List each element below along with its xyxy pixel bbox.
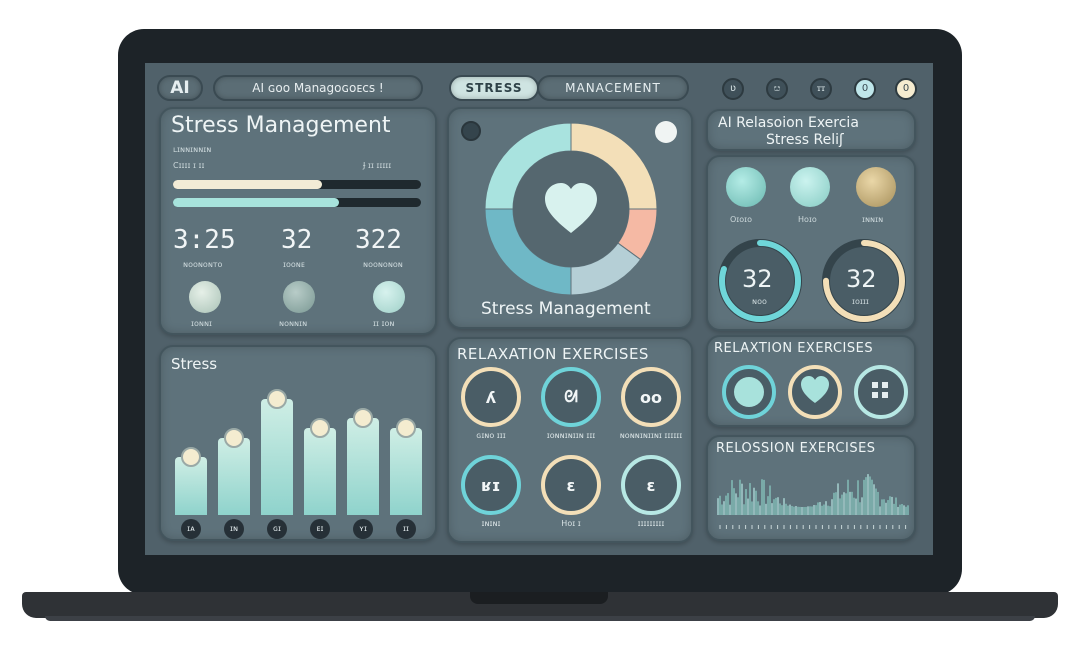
- relax2-button-3[interactable]: [854, 365, 908, 419]
- relax-header-panel: AI Relasoion Exercia Stress Reliʃ: [706, 109, 916, 151]
- stat-value-3: 322: [355, 225, 402, 255]
- gauge-1-value: 32: [742, 265, 773, 293]
- chart-category-icon[interactable]: ɪɪ: [396, 519, 416, 539]
- stats-button-label-1: ɪᴏɴɴɪ: [191, 319, 212, 328]
- stats-button-3[interactable]: [373, 281, 405, 313]
- stats-button-1[interactable]: [189, 281, 221, 313]
- progress-fill-2: [173, 198, 340, 207]
- exercise-button[interactable]: ɛ: [621, 455, 681, 515]
- chart-category-icon[interactable]: ɪɴ: [224, 519, 244, 539]
- app-title-field[interactable]: AI ɢoo Managoɢoᴇᴄꜱ !: [213, 75, 423, 101]
- exercise-grid: ʎ ɢɪɴᴏ ɪɪɪ ᘛ ɪᴏɴɴɪɴɪɪɴ ɪɪɪ oo ɴᴏɴɴɪɴɪɪɴɪ ɪɪɪɪ…: [449, 339, 695, 545]
- chart-category-icon[interactable]: ɪᴀ: [181, 519, 201, 539]
- exercise-button[interactable]: ʎ: [461, 367, 521, 427]
- relax-item-1[interactable]: [726, 167, 766, 207]
- exercise-button[interactable]: ɛ: [541, 455, 601, 515]
- relax-panel-subtitle: Stress Reliʃ: [766, 132, 844, 148]
- circle-icon[interactable]: 0: [854, 78, 876, 100]
- stats-panel-title: Stress Management: [171, 113, 391, 138]
- relax-item-label-2: Hoɪᴏ: [798, 215, 817, 224]
- stat-label-1: ɴᴏᴏɴᴏɴᴛᴏ: [183, 260, 223, 269]
- relax-panel: Oɪᴏɪᴏ Hoɪᴏ ɪɴɴɪɴ 32 ɴᴏᴏ 32 ɪᴏɪɪɪ: [706, 155, 916, 331]
- app-logo[interactable]: AI: [157, 75, 203, 101]
- exercise-label: ɪɴɪɴɪ: [481, 519, 501, 528]
- progress-bar-2: [173, 198, 421, 207]
- dot-icon: [734, 377, 764, 407]
- exercise-label: ɴᴏɴɴɪɴɪɪɴɪ ɪɪɪɪɪɪ: [619, 431, 683, 440]
- stress-chart-panel: Stress ɪᴀ ɪɴ ɢɪ ᴇɪ ʏɪ ɪɪ: [159, 345, 437, 541]
- relax2-panel-title: RELAXTION EXERCISES: [714, 341, 874, 356]
- stats-label-right: Ɉ ɪɪ ɪɪɪɪɪ: [363, 161, 392, 170]
- stats-subtitle: ʟɪɴɴɪɴɴɪɴ: [173, 145, 212, 154]
- stat-value-1: 3:25: [173, 225, 236, 255]
- progress-bar-1: [173, 180, 421, 189]
- chart-bar-cap: [396, 417, 416, 438]
- relax-item-label-1: Oɪᴏɪᴏ: [730, 215, 753, 224]
- stat-value-2: 32: [281, 225, 313, 255]
- stats-label-left: Cɪɪɪɪ ɪ ɪɪ: [173, 161, 205, 170]
- exercise-button[interactable]: ᘛ: [541, 367, 601, 427]
- power-icon[interactable]: 0: [895, 78, 917, 100]
- badge-icon[interactable]: ʋ: [722, 78, 744, 100]
- stats-button-label-2: ɴᴏɴɴɪɴ: [279, 319, 308, 328]
- laptop-notch: [470, 592, 608, 604]
- gauge-2-value: 32: [846, 265, 877, 293]
- chart-category-icon[interactable]: ᴇɪ: [310, 519, 330, 539]
- chart-bar[interactable]: [304, 427, 336, 515]
- grid-icon[interactable]: ꭲꭲ: [810, 78, 832, 100]
- grid-icon: [872, 382, 888, 398]
- screen: AI AI ɢoo Managoɢoᴇᴄꜱ ! STRESS MANACEMEN…: [145, 63, 933, 555]
- chart-category-icon[interactable]: ʏɪ: [353, 519, 373, 539]
- exercise-label: Hᴏɪ ɪ: [561, 519, 581, 528]
- chart-bar-cap: [267, 388, 287, 409]
- exercise-button[interactable]: oo: [621, 367, 681, 427]
- exercise-label: ɢɪɴᴏ ɪɪɪ: [476, 431, 506, 440]
- gauge-2-label: ɪᴏɪɪɪ: [852, 297, 869, 306]
- tab-stress[interactable]: STRESS: [449, 75, 539, 101]
- chart-bar[interactable]: [218, 437, 250, 515]
- relax-panel-title: AI Relasoion Exercia: [718, 115, 859, 131]
- chart-bar-cap: [353, 408, 373, 429]
- chart-bar[interactable]: [261, 398, 293, 515]
- stress-donut-chart: [484, 122, 658, 296]
- stat-label-2: ɪᴏᴏɴᴇ: [283, 260, 305, 269]
- stats-button-2[interactable]: [283, 281, 315, 313]
- wave-panel: RELOSSION EXERCISES: [706, 435, 916, 541]
- top-bar: AI AI ɢoo Managoɢoᴇᴄꜱ ! STRESS MANACEMEN…: [153, 71, 925, 105]
- laptop-foot: [45, 616, 1035, 621]
- stat-label-3: ɴᴏᴏɴᴏɴᴏɴ: [363, 260, 403, 269]
- waveform-visual: [717, 474, 909, 529]
- stress-bar-chart: ɪᴀ ɪɴ ɢɪ ᴇɪ ʏɪ ɪɪ: [161, 347, 439, 543]
- donut-panel-title: Stress Management: [481, 299, 651, 319]
- relax2-panel: RELAXTION EXERCISES: [706, 335, 916, 427]
- heart-icon: [801, 376, 829, 403]
- chart-bar-cap: [310, 417, 330, 438]
- exercises-panel: RELAXATION EXERCISES ʎ ɢɪɴᴏ ɪɪɪ ᘛ ɪᴏɴɴɪɴɪɪɴ…: [447, 337, 693, 543]
- relax2-button-2[interactable]: [788, 365, 842, 419]
- tab-management[interactable]: MANACEMENT: [537, 75, 689, 101]
- chart-bar[interactable]: [347, 418, 379, 515]
- chart-bar-cap: [224, 427, 244, 448]
- gauge-1-label: ɴᴏᴏ: [752, 297, 767, 306]
- leaf-icon[interactable]: ೞ: [766, 78, 788, 100]
- relax-item-label-3: ɪɴɴɪɴ: [862, 215, 884, 224]
- exercise-label: ɪᴏɴɴɪɴɪɪɴ ɪɪɪ: [546, 431, 596, 440]
- relax2-button-1[interactable]: [722, 365, 776, 419]
- stats-panel: Stress Management ʟɪɴɴɪɴɴɪɴ Cɪɪɪɪ ɪ ɪɪ Ɉ…: [159, 107, 437, 335]
- donut-panel: Stress Management: [447, 107, 693, 329]
- progress-fill-1: [173, 180, 322, 189]
- gauge-group: [718, 239, 906, 323]
- chart-bar[interactable]: [390, 427, 422, 515]
- chart-bar-cap: [181, 446, 201, 467]
- chart-category-icon[interactable]: ɢɪ: [267, 519, 287, 539]
- exercise-label: ɪɪɪɪɪɪɪɪɪ: [637, 519, 665, 528]
- relax-item-2[interactable]: [790, 167, 830, 207]
- exercise-button[interactable]: ʁɪ: [461, 455, 521, 515]
- stats-button-label-3: ɪɪ ɪᴏɴ: [373, 319, 395, 328]
- relax-item-3[interactable]: [856, 167, 896, 207]
